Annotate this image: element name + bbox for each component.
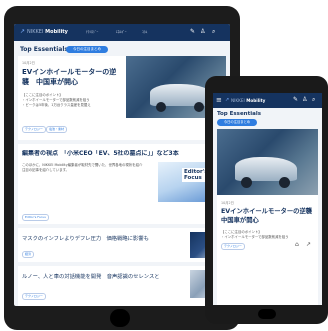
share-icon[interactable]: ✎: [293, 96, 298, 103]
article-headline[interactable]: マスクのインフレよりデフレ圧力 価格戦略に影響も: [22, 234, 184, 242]
phone-screen: ≡ ↗ NIKKEI Mobility ✎ ♙ ⌕ Top Essentials…: [213, 93, 322, 305]
article-summary: 注目の記事を紹介しています。: [22, 168, 70, 172]
article-date: 10月2日: [22, 61, 35, 65]
today-summary-pill[interactable]: 今日の注目まとめ: [66, 46, 108, 53]
brand-prefix: NIKKEI: [231, 98, 245, 103]
editors-focus-card[interactable]: 編集者の視点 「小米CEO「EV、5社の墓点に」」など3本 このほかに、NIKK…: [18, 144, 226, 224]
article-tag[interactable]: Editor's Focus: [22, 214, 49, 221]
list-item[interactable]: ルノー、人と車の対話機能を開発 音声認識のセレンスと テクノロジー: [18, 266, 226, 306]
article-headline[interactable]: EVインホイールモーターの逆襲 中国車が開心: [221, 207, 318, 225]
phone-home-button[interactable]: [258, 309, 276, 319]
brand-prefix: NIKKEI: [27, 29, 44, 35]
search-icon[interactable]: ⌕: [312, 96, 315, 104]
article-tag[interactable]: テクノロジー: [22, 293, 46, 300]
article-tag[interactable]: 電池・素材: [46, 126, 68, 133]
menu-logo-mark-icon: ↗: [20, 28, 26, 35]
search-icon[interactable]: ⌕: [212, 28, 215, 36]
user-icon[interactable]: ♙: [302, 96, 307, 103]
today-summary-pill[interactable]: 今日の注目まとめ: [217, 119, 257, 126]
featured-article-card[interactable]: 10月2日 EVインホイールモーターの逆襲 中国車が開心 【ここに注目のポイント…: [18, 56, 226, 140]
list-item[interactable]: マスクのインフレよりデフレ圧力 価格戦略に影響も 経済: [18, 228, 226, 262]
article-headline[interactable]: ルノー、人と車の対話機能を開発 音声認識のセレンスと: [22, 272, 184, 280]
bookmark-icon[interactable]: ⌂: [295, 241, 299, 248]
article-tag[interactable]: テクノロジー: [221, 243, 245, 250]
nav-link-technology[interactable]: ﾃｸﾉﾛｼﾞｰ: [86, 30, 98, 35]
section-title: Top Essentials: [20, 46, 68, 53]
tablet-screen: ↗ NIKKEI Mobility ﾃｸﾉﾛｼﾞｰ ｴﾈﾙｷﾞｰ ｺﾗﾑ ✎ ♙…: [14, 24, 230, 306]
brand-name: Mobility: [246, 98, 266, 103]
article-tag[interactable]: 経済: [22, 251, 35, 258]
brand-name: Mobility: [45, 29, 68, 35]
nav-link-column[interactable]: ｺﾗﾑ: [142, 30, 147, 35]
article-headline[interactable]: 編集者の視点 「小米CEO「EV、5社の墓点に」」など3本: [22, 150, 226, 158]
article-bullet: ・インホイールモーターで部品数削減を狙う: [221, 235, 289, 239]
tablet-brand-logo[interactable]: NIKKEI Mobility: [27, 29, 68, 35]
section-title: Top Essentials: [217, 111, 261, 117]
phone-nav-bar: ≡ ↗ NIKKEI Mobility ✎ ♙ ⌕: [213, 93, 322, 108]
phone-brand-logo[interactable]: NIKKEI Mobility: [231, 98, 265, 103]
share-icon[interactable]: ✎: [190, 28, 195, 35]
featured-article-image: [217, 129, 318, 195]
share-icon[interactable]: ↗: [306, 241, 311, 248]
tablet-home-button[interactable]: [110, 309, 130, 327]
phone-device: ≡ ↗ NIKKEI Mobility ✎ ♙ ⌕ Top Essentials…: [205, 76, 328, 324]
hamburger-menu-icon[interactable]: ≡: [216, 96, 222, 104]
article-headline[interactable]: EVインホイールモーターの逆襲 中国車が開心: [22, 67, 120, 87]
featured-article-card[interactable]: 10月2日 EVインホイールモーターの逆襲 中国車が開心 【ここに注目のポイント…: [217, 129, 318, 305]
user-icon[interactable]: ♙: [200, 28, 205, 35]
article-bullet: ・ピークは5年後、1万台クラス量産を見据え: [22, 103, 91, 107]
nav-link-energy[interactable]: ｴﾈﾙｷﾞｰ: [116, 30, 127, 35]
menu-logo-mark-icon: ↗: [225, 97, 230, 103]
article-date: 10月2日: [221, 201, 234, 205]
article-tag[interactable]: テクノロジー: [22, 126, 46, 133]
tablet-nav-bar: ↗ NIKKEI Mobility ﾃｸﾉﾛｼﾞｰ ｴﾈﾙｷﾞｰ ｺﾗﾑ ✎ ♙…: [14, 24, 230, 41]
